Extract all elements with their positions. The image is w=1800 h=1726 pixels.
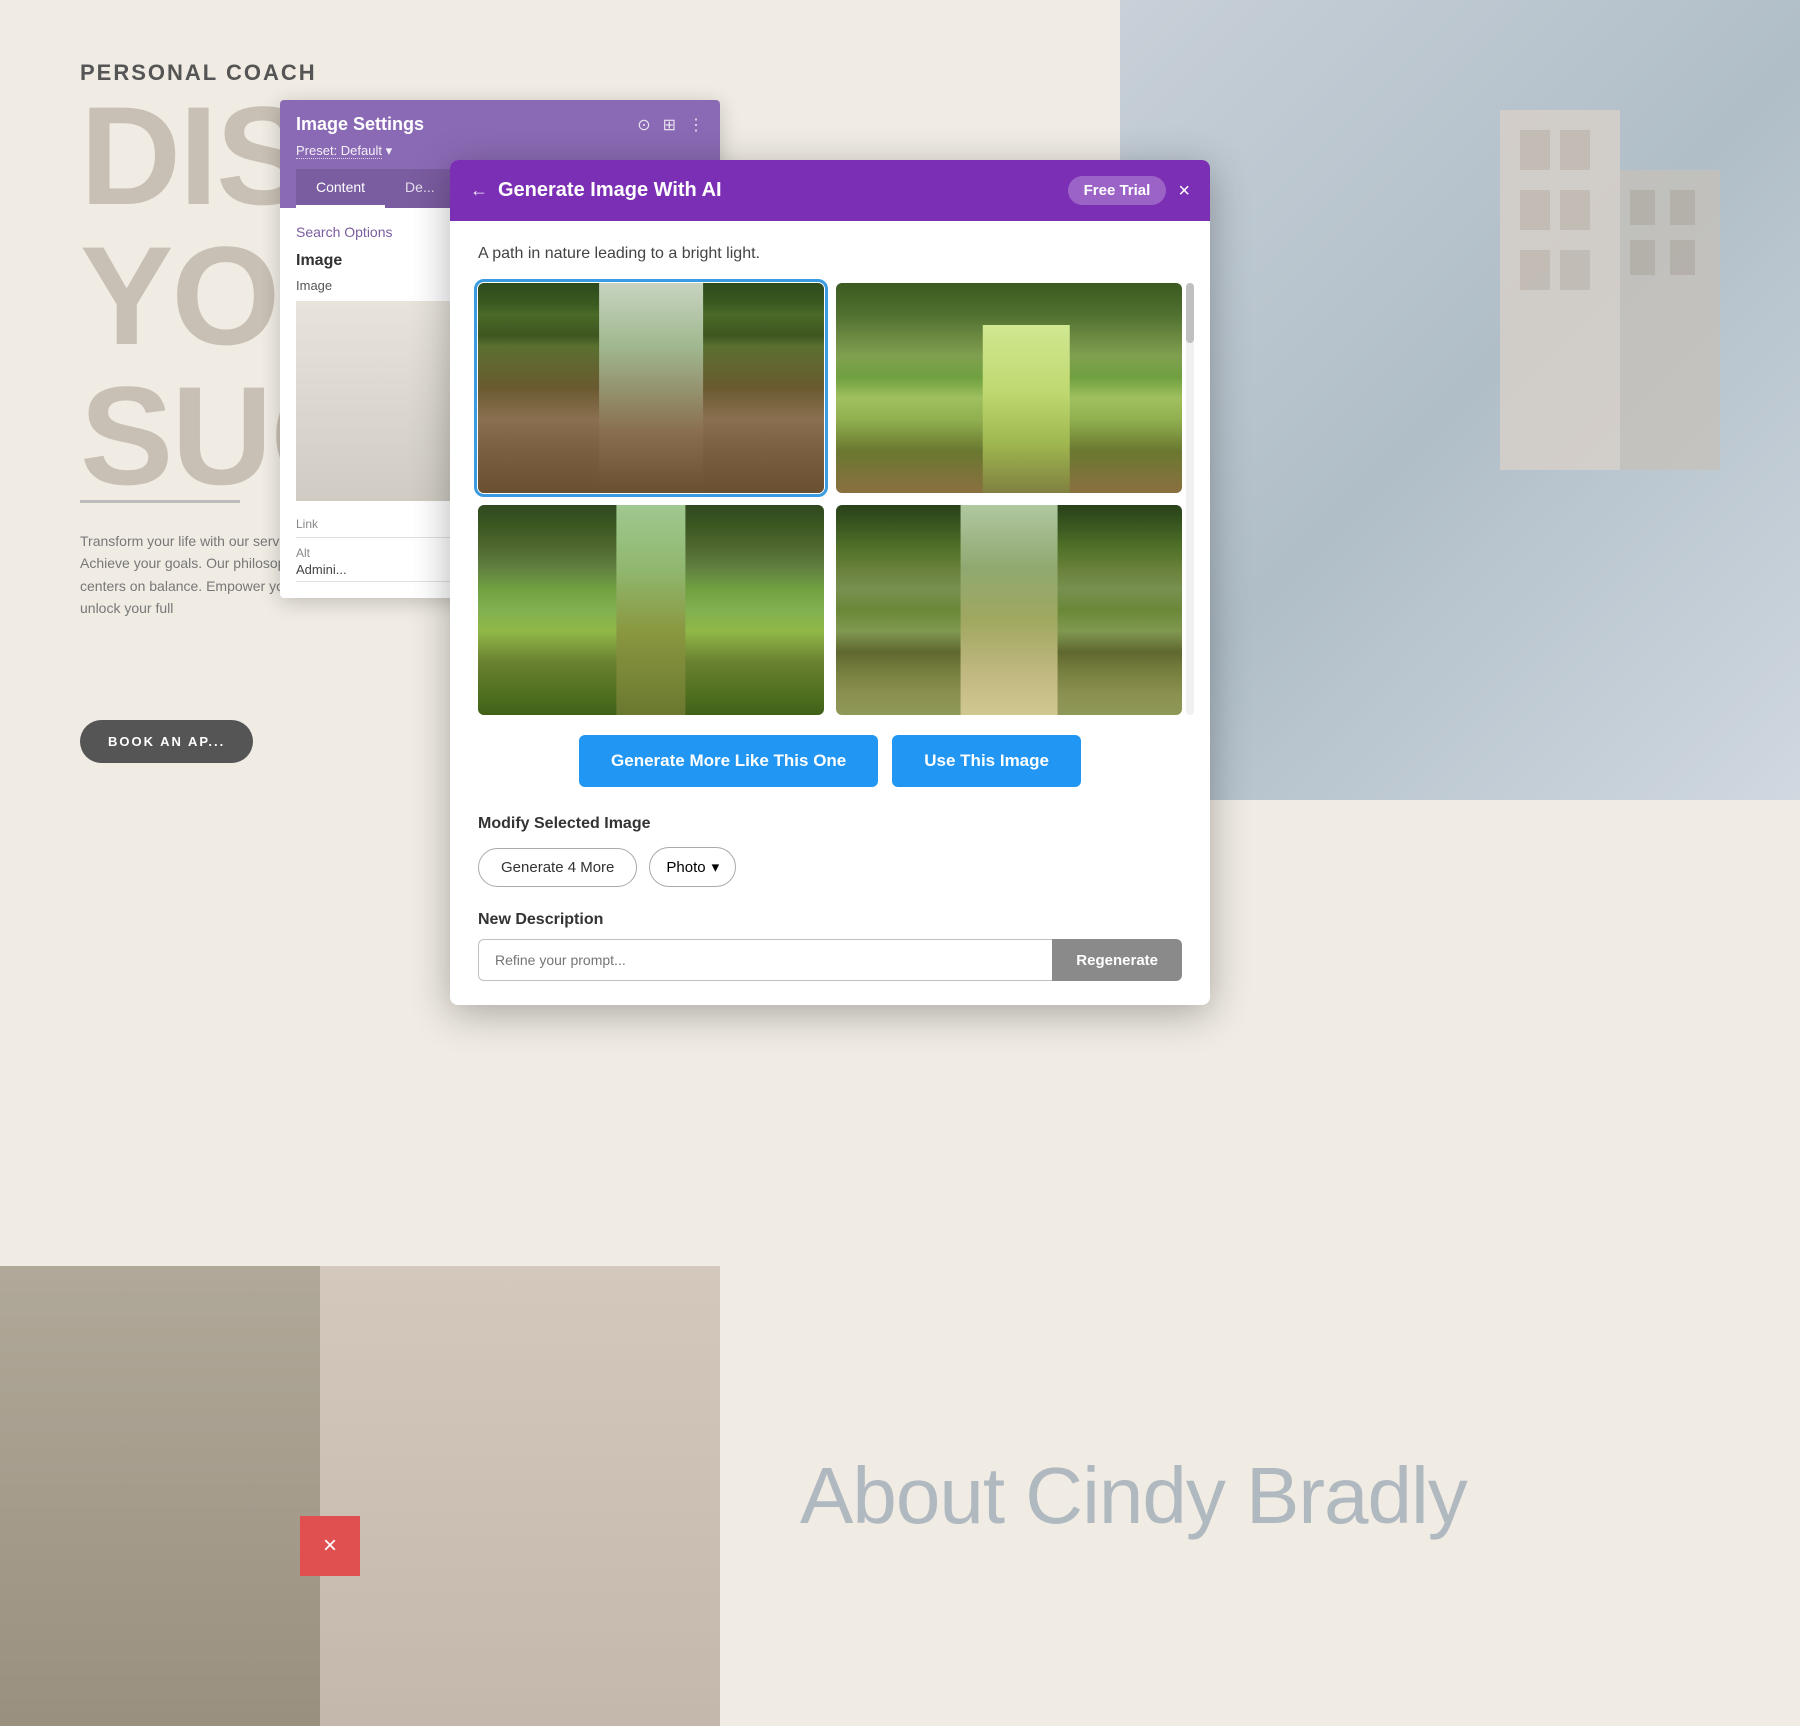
about-text: About Cindy Bradly xyxy=(800,1450,1467,1542)
ai-image-3[interactable] xyxy=(478,505,824,715)
new-description-title: New Description xyxy=(478,911,1182,929)
bottom-person-image xyxy=(320,1266,720,1726)
chevron-down-icon: ▾ xyxy=(712,858,720,876)
new-description-row: Regenerate xyxy=(478,939,1182,981)
modify-row: Generate 4 More Photo ▾ xyxy=(478,847,1182,887)
forest-image-2 xyxy=(836,283,1182,493)
is-header-icons: ⊙ ⊞ ⋮ xyxy=(637,115,704,135)
close-button-red[interactable]: × xyxy=(300,1516,360,1576)
ai-image-1[interactable] xyxy=(478,283,824,493)
ai-image-2[interactable] xyxy=(836,283,1182,493)
scroll-bar[interactable] xyxy=(1186,283,1194,715)
ai-modal-header-right: Free Trial × xyxy=(1068,176,1190,205)
image-placeholder xyxy=(296,301,476,501)
more-options-icon[interactable]: ⋮ xyxy=(688,115,704,135)
divider xyxy=(80,500,240,503)
ai-image-4[interactable] xyxy=(836,505,1182,715)
ai-modal-header: ← Generate Image With AI Free Trial × xyxy=(450,160,1210,221)
prompt-display: A path in nature leading to a bright lig… xyxy=(478,245,1182,263)
fullscreen-icon[interactable]: ⊙ xyxy=(637,115,650,135)
bottom-left-image xyxy=(0,1266,320,1726)
back-icon[interactable]: ← xyxy=(470,180,488,201)
ai-modal-title: Generate Image With AI xyxy=(498,179,722,202)
ai-action-buttons: Generate More Like This One Use This Ima… xyxy=(478,735,1182,787)
generate-4-more-button[interactable]: Generate 4 More xyxy=(478,848,637,887)
new-description-input[interactable] xyxy=(478,939,1052,981)
bottom-section: About Cindy Bradly xyxy=(0,1266,1800,1726)
forest-image-1 xyxy=(478,283,824,493)
use-image-button[interactable]: Use This Image xyxy=(892,735,1081,787)
is-header-top: Image Settings ⊙ ⊞ ⋮ xyxy=(296,114,704,135)
photo-type-select[interactable]: Photo ▾ xyxy=(649,847,736,887)
ai-modal-body: A path in nature leading to a bright lig… xyxy=(450,221,1210,1005)
scroll-thumb xyxy=(1186,283,1194,343)
regenerate-button[interactable]: Regenerate xyxy=(1052,939,1182,981)
preset-selector[interactable]: Preset: Default ▾ xyxy=(296,143,704,159)
is-panel-title: Image Settings xyxy=(296,114,424,135)
forest-image-3 xyxy=(478,505,824,715)
ai-images-grid xyxy=(478,283,1182,715)
book-appointment-button[interactable]: BOOK AN AP... xyxy=(80,720,253,763)
hero-image-right xyxy=(1120,0,1800,800)
tab-design[interactable]: De... xyxy=(385,169,455,208)
close-modal-button[interactable]: × xyxy=(1178,181,1190,201)
photo-option-label: Photo xyxy=(666,859,705,876)
forest-image-4 xyxy=(836,505,1182,715)
bottom-right-area: About Cindy Bradly xyxy=(720,1266,1800,1726)
modify-section-title: Modify Selected Image xyxy=(478,815,1182,833)
ai-generate-modal: ← Generate Image With AI Free Trial × A … xyxy=(450,160,1210,1005)
generate-more-button[interactable]: Generate More Like This One xyxy=(579,735,878,787)
ai-modal-header-left: ← Generate Image With AI xyxy=(470,179,722,202)
grid-icon[interactable]: ⊞ xyxy=(663,115,676,135)
tab-content[interactable]: Content xyxy=(296,169,385,208)
free-trial-badge[interactable]: Free Trial xyxy=(1068,176,1167,205)
